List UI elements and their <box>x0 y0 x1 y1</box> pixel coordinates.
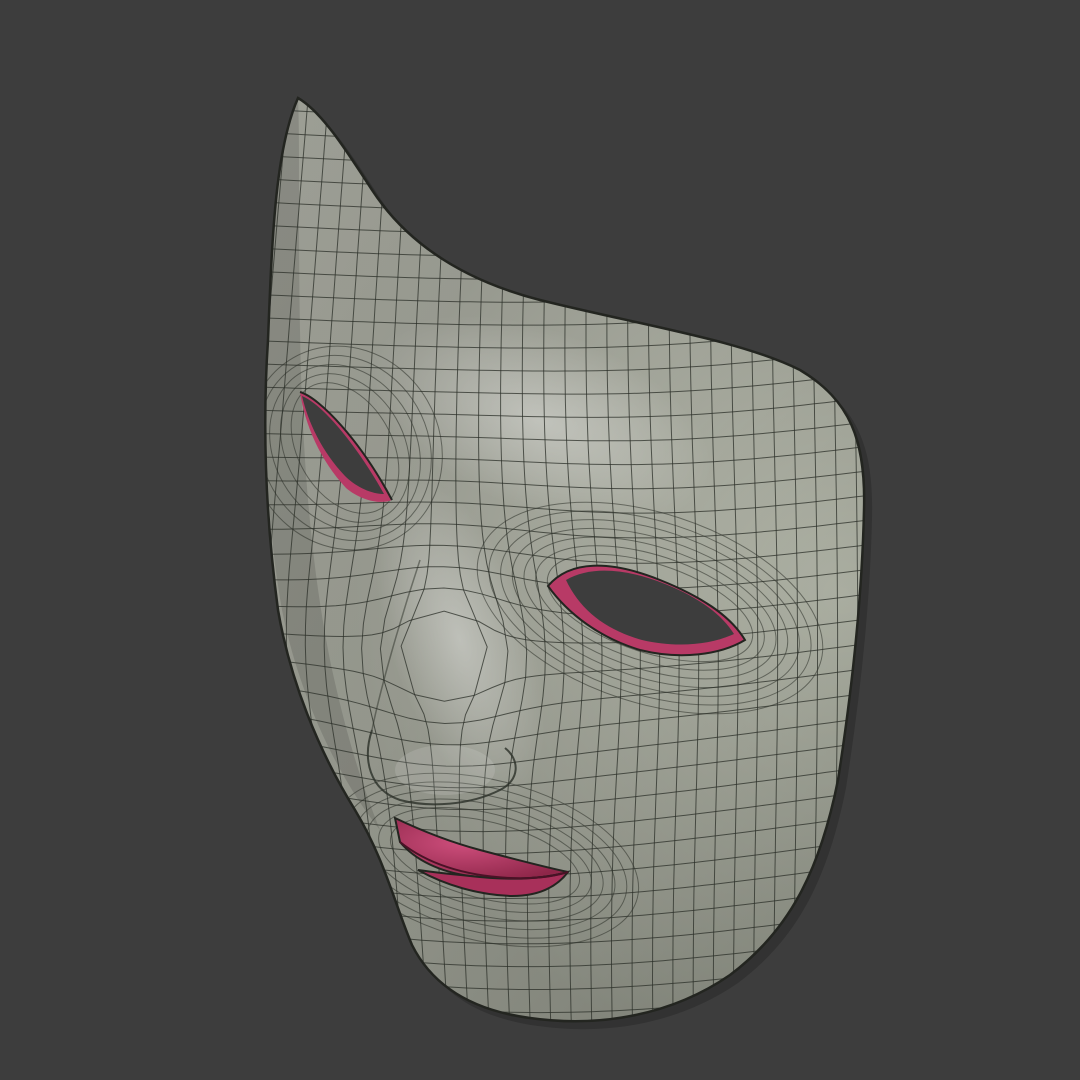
render-viewport <box>0 0 1080 1080</box>
mesh-edge <box>267 1033 873 1059</box>
mask-body <box>265 98 865 1022</box>
mesh-edge <box>265 105 865 141</box>
mesh-edge <box>872 58 878 1033</box>
mesh-edge <box>265 98 270 1022</box>
mask-render <box>263 58 878 1059</box>
mesh-edge <box>266 98 865 118</box>
mesh-edge <box>269 58 872 94</box>
